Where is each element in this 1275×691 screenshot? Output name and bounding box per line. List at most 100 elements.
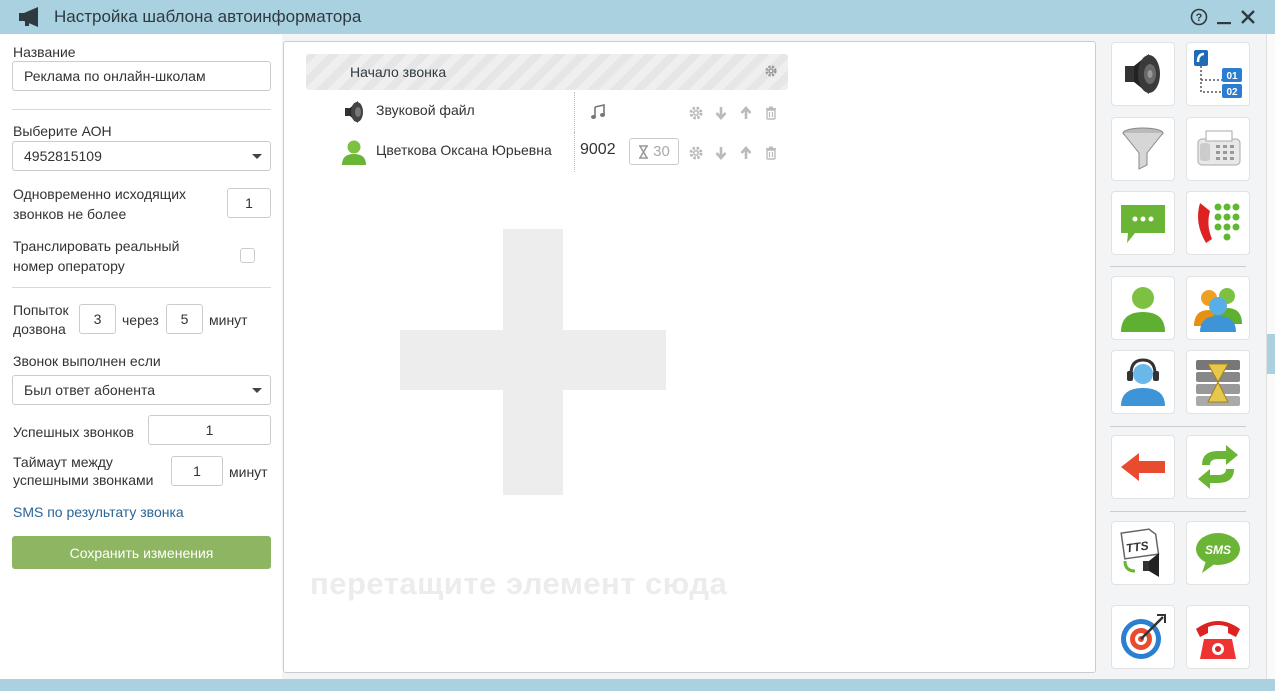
attempts-input[interactable]: 3	[79, 304, 116, 334]
timeout-input[interactable]: 1	[171, 456, 223, 486]
concurrent-input[interactable]: 1	[227, 188, 271, 218]
palette-item-ivr[interactable]: 01 02	[1186, 42, 1250, 106]
svg-text:SMS: SMS	[1205, 543, 1231, 557]
interval-input[interactable]: 5	[166, 304, 203, 334]
user-icon	[1121, 287, 1165, 332]
call-start-label: Начало звонка	[350, 64, 447, 80]
palette-item-fax[interactable]	[1186, 117, 1250, 181]
aon-select[interactable]: 4952815109	[12, 141, 271, 171]
arrow-up-icon[interactable]	[738, 105, 754, 121]
gear-icon[interactable]	[764, 64, 778, 78]
divider	[1110, 426, 1246, 427]
back-arrow-icon	[1121, 453, 1165, 481]
palette-item-refresh[interactable]	[1186, 435, 1250, 499]
divider	[12, 287, 271, 288]
timeout-badge[interactable]: 30	[629, 138, 679, 165]
divider	[1110, 511, 1246, 512]
attempts-label-line1: Попыток	[13, 302, 69, 318]
sms-result-link[interactable]: SMS по результату звонка	[13, 504, 184, 520]
step-name: Звуковой файл	[376, 102, 475, 118]
arrow-down-icon[interactable]	[713, 105, 729, 121]
arrow-up-icon[interactable]	[738, 145, 754, 161]
tts-icon: TTS	[1120, 528, 1160, 577]
user-group-icon	[1194, 288, 1242, 332]
drop-plus-icon	[400, 330, 666, 390]
done-if-label: Звонок выполнен если	[13, 353, 161, 369]
success-label: Успешных звонков	[13, 424, 134, 440]
palette-item-user-group[interactable]	[1186, 276, 1250, 340]
timeout-label-line2: успешными звонками	[13, 472, 154, 488]
chat-bubble-icon	[1121, 205, 1165, 243]
done-if-select[interactable]: Был ответ абонента	[12, 375, 271, 405]
save-button[interactable]: Сохранить изменения	[12, 536, 271, 569]
trash-icon[interactable]	[763, 145, 779, 161]
element-palette: 01 02 TTS SMS	[1096, 34, 1266, 679]
concurrent-label-line2: звонков не более	[13, 206, 127, 222]
window-title: Настройка шаблона автоинформатора	[54, 7, 362, 26]
speaker-icon	[1125, 54, 1160, 94]
scenario-step-operator[interactable]: Цветкова Оксана Юрьевна 9002 30	[306, 132, 788, 172]
svg-text:?: ?	[1196, 12, 1203, 24]
hangup-phone-icon	[1196, 621, 1240, 659]
palette-item-user[interactable]	[1111, 276, 1175, 340]
gear-icon[interactable]	[688, 105, 704, 121]
window-bottom-bar	[0, 679, 1275, 691]
window-titlebar: Настройка шаблона автоинформатора ?	[0, 0, 1275, 34]
palette-item-sms[interactable]: SMS	[1186, 521, 1250, 585]
palette-item-filter[interactable]	[1111, 117, 1175, 181]
sms-icon: SMS	[1196, 533, 1240, 573]
step-actions	[688, 105, 779, 121]
trash-icon[interactable]	[763, 105, 779, 121]
filter-funnel-icon	[1122, 127, 1164, 170]
timeout-label-line1: Таймаут между	[13, 454, 113, 470]
scenario-step-sound[interactable]: Звуковой файл	[306, 92, 788, 132]
ivr-menu-icon: 01 02	[1194, 50, 1242, 98]
call-start-row[interactable]: Начало звонка	[306, 54, 788, 90]
chevron-down-icon	[252, 154, 262, 159]
scroll-edge	[1266, 34, 1275, 679]
keypad-phone-icon	[1198, 203, 1240, 243]
palette-item-chat[interactable]	[1111, 191, 1175, 255]
palette-item-hangup[interactable]	[1186, 605, 1250, 669]
hourglass-icon	[639, 144, 649, 159]
broadcast-checkbox[interactable]	[240, 248, 255, 263]
concurrent-label-line1: Одновременно исходящих	[13, 186, 187, 202]
attempts-label-line2: дозвона	[13, 321, 66, 337]
close-icon[interactable]	[1239, 8, 1257, 26]
speaker-icon	[345, 101, 363, 123]
fax-icon	[1197, 130, 1241, 166]
chevron-down-icon	[252, 388, 262, 393]
help-icon[interactable]: ?	[1190, 8, 1208, 26]
scenario-canvas[interactable]: Начало звонка Звуковой файл Цветкова Окс…	[283, 41, 1096, 673]
through-label: через	[122, 312, 159, 328]
divider	[12, 109, 271, 110]
arrow-down-icon[interactable]	[713, 145, 729, 161]
aon-label: Выберите АОН	[13, 123, 112, 139]
music-note-icon[interactable]	[590, 104, 606, 120]
palette-item-queue[interactable]	[1186, 350, 1250, 414]
step-name: Цветкова Оксана Юрьевна	[376, 142, 552, 158]
broadcast-label-line1: Транслировать реальный	[13, 238, 180, 254]
divider	[574, 92, 575, 132]
minutes-label: минут	[209, 312, 248, 328]
divider	[574, 132, 575, 172]
name-input[interactable]: Реклама по онлайн-школам	[12, 61, 271, 91]
palette-item-operator[interactable]	[1111, 350, 1175, 414]
success-input[interactable]: 1	[148, 415, 271, 445]
palette-item-target[interactable]	[1111, 605, 1175, 669]
palette-item-back[interactable]	[1111, 435, 1175, 499]
name-label: Название	[13, 44, 76, 60]
palette-item-keypad[interactable]	[1186, 191, 1250, 255]
step-actions	[688, 145, 779, 161]
gear-icon[interactable]	[688, 145, 704, 161]
queue-hourglass-icon	[1196, 360, 1240, 406]
drop-hint: перетащите элемент сюда	[310, 566, 728, 601]
settings-panel: Название Реклама по онлайн-школам Выбери…	[0, 34, 282, 679]
extension-number: 9002	[580, 141, 616, 158]
palette-item-tts[interactable]: TTS	[1111, 521, 1175, 585]
svg-text:02: 02	[1226, 87, 1238, 98]
operator-headset-icon	[1121, 358, 1165, 406]
palette-item-sound[interactable]	[1111, 42, 1175, 106]
minimize-icon[interactable]	[1215, 8, 1233, 26]
megaphone-icon	[19, 7, 38, 27]
